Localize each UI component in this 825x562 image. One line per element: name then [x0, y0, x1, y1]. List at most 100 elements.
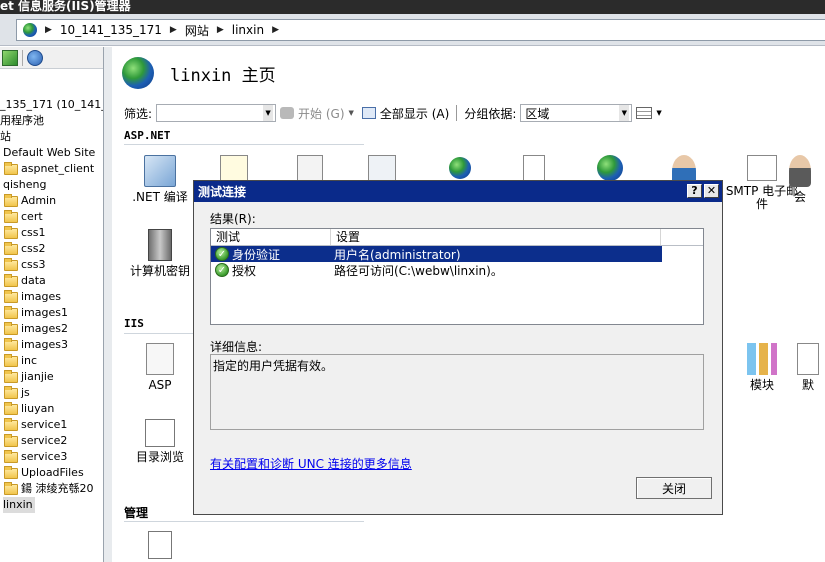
start-button[interactable]: 开始 (G): [298, 105, 344, 122]
connections-pane: _135_171 (10_141_ 用程序池 站 Default Web Sit…: [0, 47, 104, 562]
folder-icon: [4, 465, 18, 479]
tree-item-sites[interactable]: 站: [0, 129, 11, 145]
column-header-setting[interactable]: 设置: [331, 229, 661, 245]
close-icon[interactable]: ✕: [704, 184, 719, 198]
group-by-label: 分组依据:: [464, 106, 517, 121]
tree-item-app-pools[interactable]: 用程序池: [0, 113, 44, 129]
chevron-down-icon[interactable]: ▼: [619, 105, 630, 121]
chevron-down-icon[interactable]: ▼: [656, 109, 661, 117]
tree-item-folder[interactable]: images2: [4, 321, 68, 337]
tree-item-folder[interactable]: 鍚 洓绫充綔20: [4, 481, 94, 497]
help-button[interactable]: ?: [687, 184, 702, 198]
page-header: linxin 主页: [122, 57, 276, 89]
tree-item-folder[interactable]: liuyan: [4, 401, 54, 417]
tree-item-folder[interactable]: images3: [4, 337, 68, 353]
folder-icon: [4, 209, 18, 223]
feature-globalization[interactable]: [422, 155, 498, 183]
binoculars-icon[interactable]: [280, 107, 295, 119]
show-all-button[interactable]: 全部显示 (A): [380, 105, 449, 122]
tree-item-folder[interactable]: css2: [4, 241, 46, 257]
feature-config-editor[interactable]: [122, 531, 198, 562]
chevron-right-icon[interactable]: ▶: [45, 25, 52, 35]
address-box[interactable]: ▶ 10_141_135_171 ▶ 网站 ▶ linxin ▶: [16, 19, 825, 41]
document-icon: [797, 343, 819, 375]
globe-icon: [23, 23, 37, 37]
tree-item-folder[interactable]: css1: [4, 225, 46, 241]
breadcrumb-sites[interactable]: 网站: [185, 22, 209, 39]
folder-icon: [4, 449, 18, 463]
window-title: et 信息服务(IIS)管理器: [0, 0, 131, 13]
feature-net-compile[interactable]: .NET 编译: [122, 155, 198, 204]
tree-item-default-web-site[interactable]: Default Web Site: [3, 145, 95, 161]
details-text: 指定的用户凭据有效。: [213, 359, 334, 373]
test-connection-dialog: 测试连接 ? ✕ 结果(R): 测试 设置 ✓ 身份验证 用户名(adminis…: [193, 180, 723, 515]
document-icon: [148, 531, 172, 559]
chevron-right-icon[interactable]: ▶: [217, 25, 224, 35]
globe-icon: [122, 57, 154, 89]
tree-item-folder[interactable]: images: [4, 289, 61, 305]
folder-icon: [4, 417, 18, 431]
unc-help-link[interactable]: 有关配置和诊断 UNC 连接的更多信息: [210, 455, 412, 472]
close-button[interactable]: 关闭: [636, 477, 712, 499]
tree-item-folder[interactable]: service3: [4, 449, 67, 465]
tree-item-folder[interactable]: data: [4, 273, 46, 289]
asp-gear-icon: [146, 343, 174, 375]
column-header-test[interactable]: 测试: [211, 229, 331, 245]
results-label: 结果(R):: [210, 212, 256, 226]
folder-icon: [4, 273, 18, 287]
breadcrumb-site[interactable]: linxin: [232, 23, 264, 37]
tree-item-folder[interactable]: service1: [4, 417, 67, 433]
tree-item-folder[interactable]: aspnet_client: [4, 161, 94, 177]
disconnect-icon[interactable]: [27, 49, 43, 66]
folder-icon: [4, 321, 18, 335]
connect-icon[interactable]: [2, 49, 18, 66]
tree-item-folder[interactable]: service2: [4, 433, 67, 449]
chevron-down-icon[interactable]: ▼: [349, 109, 354, 117]
filter-label: 筛选:: [124, 106, 153, 121]
folder-icon: [4, 241, 18, 255]
group-by-select[interactable]: 区域 ▼: [520, 104, 633, 122]
feature-machine-key[interactable]: 计算机密钥: [122, 229, 198, 278]
tree-item-linxin[interactable]: linxin: [3, 497, 35, 513]
folder-icon: [4, 289, 18, 303]
result-row-authorization[interactable]: ✓ 授权 路径可访问(C:\webw\linxin)。: [211, 262, 703, 278]
tree-item-server[interactable]: _135_171 (10_141_: [0, 97, 103, 113]
chevron-right-icon[interactable]: ▶: [170, 25, 177, 35]
tree-item-folder[interactable]: inc: [4, 353, 37, 369]
check-icon: ✓: [215, 247, 229, 261]
tree-item-folder[interactable]: Admin: [4, 193, 56, 209]
tree-item-folder[interactable]: jianjie: [4, 369, 54, 385]
feature-default[interactable]: 默: [788, 343, 825, 392]
view-mode-icon[interactable]: [636, 107, 653, 119]
details-textbox[interactable]: 指定的用户凭据有效。: [210, 354, 704, 430]
tree-item-folder[interactable]: UploadFiles: [4, 465, 84, 481]
window-titlebar: et 信息服务(IIS)管理器: [0, 0, 825, 14]
feature-asp[interactable]: ASP: [122, 343, 198, 392]
tree-item-folder[interactable]: images1: [4, 305, 68, 321]
breadcrumb-server[interactable]: 10_141_135_171: [60, 23, 162, 37]
tree-item-folder[interactable]: css3: [4, 257, 46, 273]
show-all-icon[interactable]: [361, 107, 376, 119]
key-server-icon: [148, 229, 172, 261]
globe-icon: [449, 157, 471, 179]
feature-session[interactable]: 会: [780, 155, 820, 204]
folder-icon: [4, 433, 18, 447]
feature-dir-browse[interactable]: 目录浏览: [122, 419, 198, 464]
filter-input[interactable]: ▼: [156, 104, 277, 122]
tree-item-site[interactable]: qisheng: [3, 177, 46, 193]
section-header-aspnet: ASP.NET: [124, 129, 171, 142]
details-label: 详细信息:: [210, 340, 263, 354]
tree-item-folder[interactable]: js: [4, 385, 30, 401]
folder-icon: [4, 193, 18, 207]
folder-icon: [4, 481, 18, 495]
folder-icon: [4, 337, 18, 351]
pane-splitter[interactable]: [104, 47, 112, 562]
result-row-authentication[interactable]: ✓ 身份验证 用户名(administrator): [211, 246, 662, 262]
results-list[interactable]: 测试 设置 ✓ 身份验证 用户名(administrator) ✓ 授权 路径可…: [210, 228, 704, 325]
folder-icon: [4, 257, 18, 271]
chevron-right-icon[interactable]: ▶: [272, 25, 279, 35]
folder-icon: [4, 353, 18, 367]
chevron-down-icon[interactable]: ▼: [263, 105, 274, 121]
tree-item-folder[interactable]: cert: [4, 209, 43, 225]
folder-icon: [4, 369, 18, 383]
